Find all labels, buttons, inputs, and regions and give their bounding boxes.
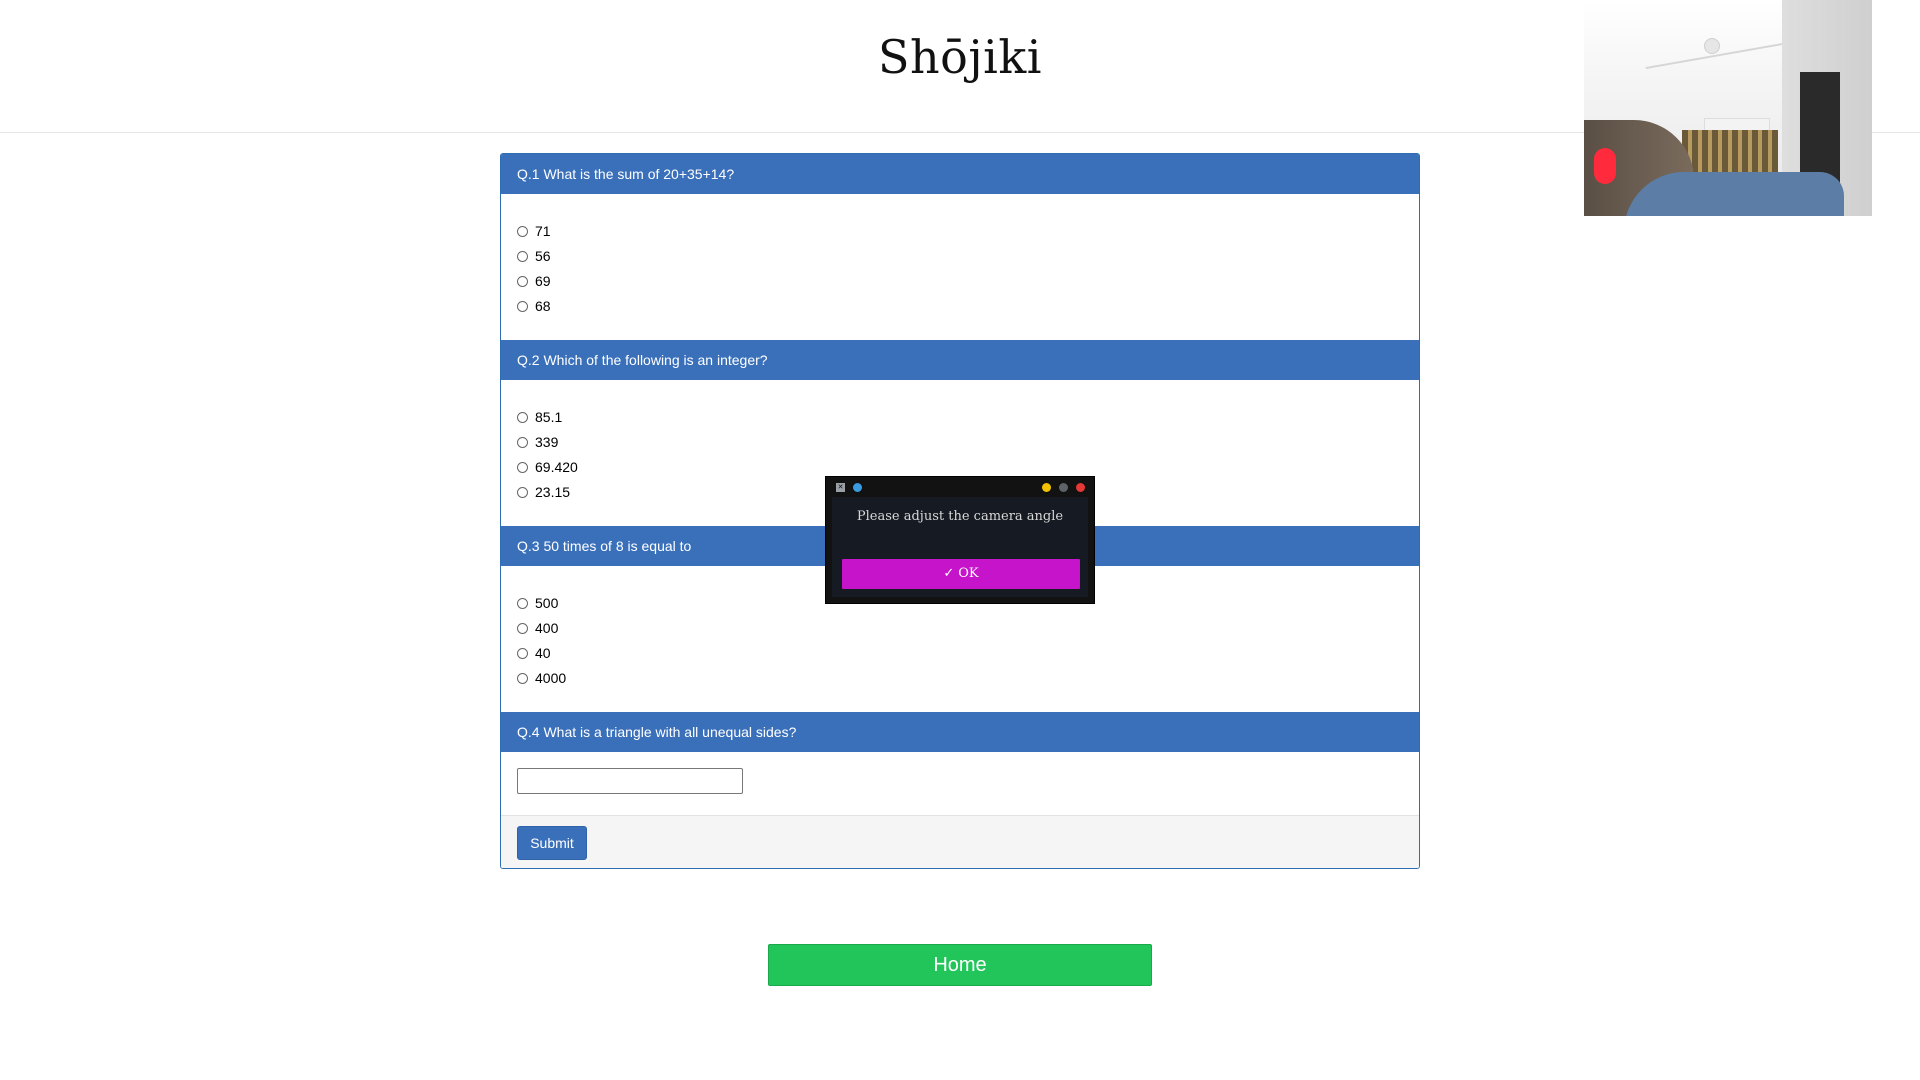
option-q1-2[interactable]: 56 — [517, 247, 551, 265]
radio-button[interactable] — [517, 300, 528, 312]
radio-button[interactable] — [517, 411, 528, 423]
radio-button[interactable] — [517, 597, 528, 609]
check-icon: ✓ — [943, 566, 955, 581]
question-header-1: Q.1 What is the sum of 20+35+14? — [501, 154, 1419, 194]
ok-label: OK — [958, 566, 979, 581]
ceiling-fan — [1704, 38, 1720, 54]
dialog-titlebar: ✕ — [826, 477, 1094, 497]
ok-button[interactable]: ✓ OK — [842, 559, 1080, 589]
option-q3-3[interactable]: 40 — [517, 644, 551, 662]
option-q1-1[interactable]: 71 — [517, 222, 551, 240]
question-header-2: Q.2 Which of the following is an integer… — [501, 340, 1419, 380]
option-q2-4[interactable]: 23.15 — [517, 483, 570, 501]
radio-button[interactable] — [517, 486, 528, 498]
minimize-icon[interactable] — [1042, 483, 1051, 492]
question-header-4: Q.4 What is a triangle with all unequal … — [501, 712, 1419, 752]
headphones — [1594, 148, 1616, 184]
submit-button[interactable]: Submit — [517, 826, 587, 860]
option-q1-4[interactable]: 68 — [517, 297, 551, 315]
alert-dialog: ✕ Please adjust the camera angle ✓ OK — [825, 476, 1095, 604]
option-q2-1[interactable]: 85.1 — [517, 408, 562, 426]
option-q1-3[interactable]: 69 — [517, 272, 551, 290]
maximize-icon[interactable] — [1059, 483, 1068, 492]
info-dot-icon — [853, 483, 862, 492]
radio-button[interactable] — [517, 647, 528, 659]
dialog-message: Please adjust the camera angle — [856, 509, 1064, 524]
radio-button[interactable] — [517, 250, 528, 262]
radio-button[interactable] — [517, 275, 528, 287]
answer-input[interactable] — [517, 768, 743, 794]
radio-button[interactable] — [517, 225, 528, 237]
option-q2-2[interactable]: 339 — [517, 433, 558, 451]
option-q3-1[interactable]: 500 — [517, 594, 558, 612]
dialog-body: Please adjust the camera angle ✓ OK — [832, 497, 1088, 597]
form-footer: Submit — [501, 815, 1419, 868]
radio-button[interactable] — [517, 461, 528, 473]
option-q3-4[interactable]: 4000 — [517, 669, 566, 687]
option-q2-3[interactable]: 69.420 — [517, 458, 578, 476]
close-icon[interactable] — [1076, 483, 1085, 492]
radio-button[interactable] — [517, 622, 528, 634]
webcam-preview — [1584, 0, 1872, 216]
radio-button[interactable] — [517, 672, 528, 684]
app-logo-icon: ✕ — [836, 483, 845, 492]
option-q3-2[interactable]: 400 — [517, 619, 558, 637]
home-button[interactable]: Home — [768, 944, 1152, 986]
radio-button[interactable] — [517, 436, 528, 448]
